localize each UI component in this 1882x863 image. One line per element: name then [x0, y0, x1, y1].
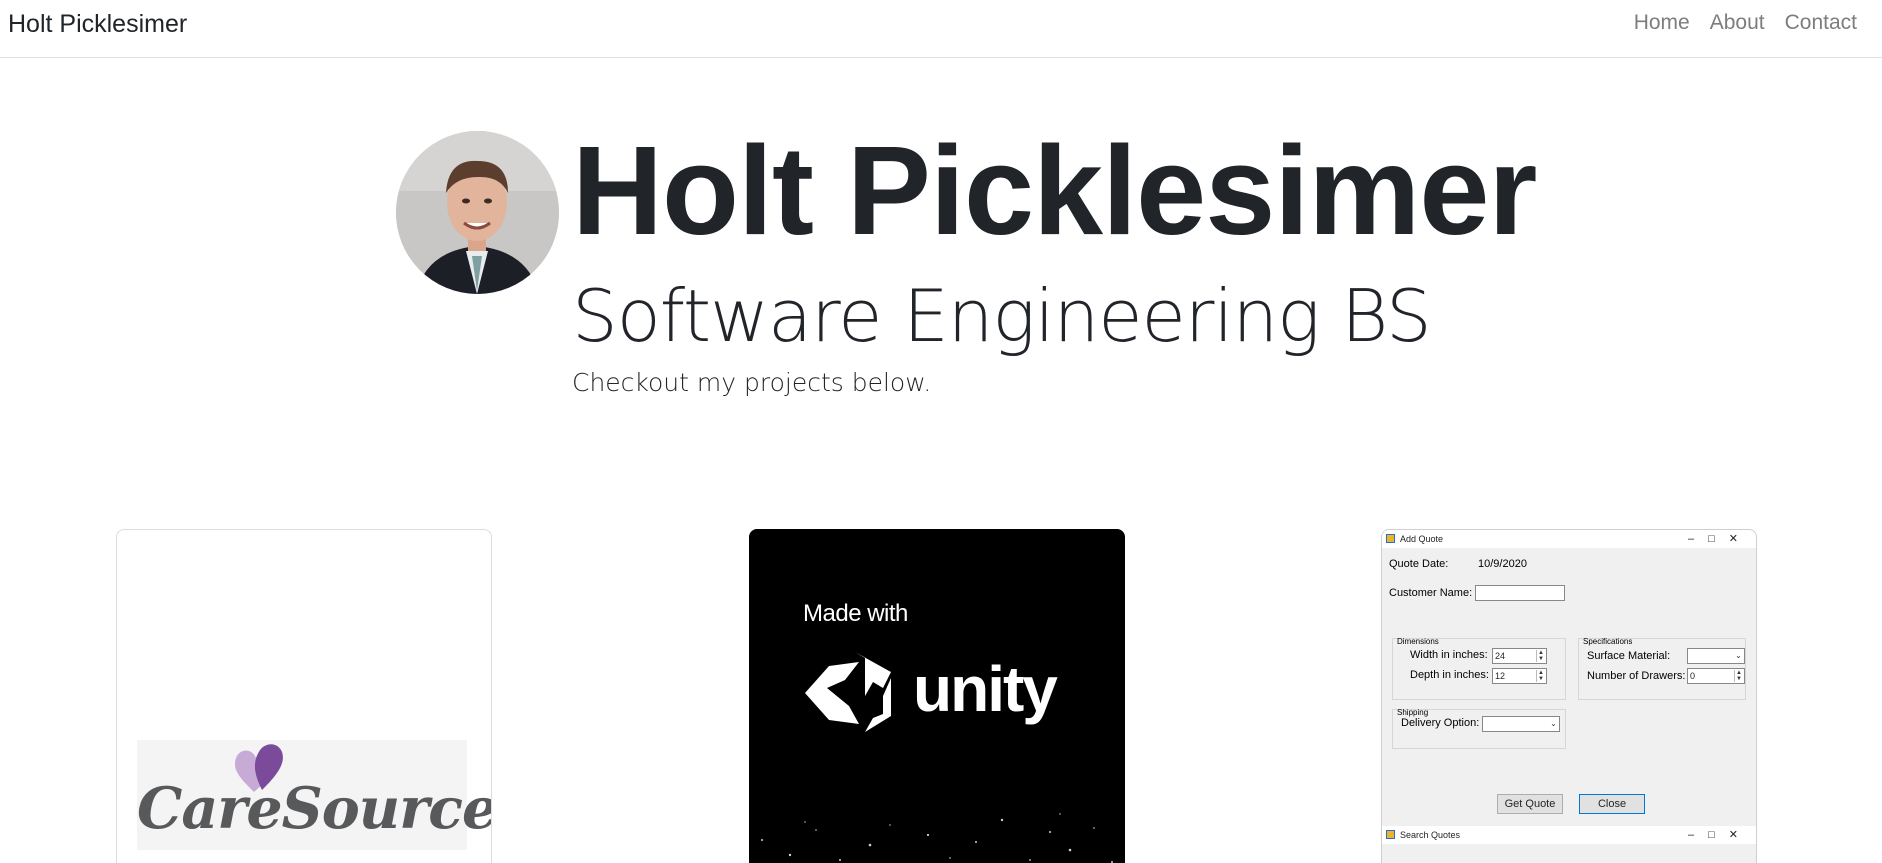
- project-card-caresource[interactable]: CareSource: [116, 529, 492, 863]
- brand-link[interactable]: Holt Picklesimer: [8, 10, 187, 39]
- window-controls-icon: –□✕: [1688, 829, 1752, 841]
- project-card-quote-app[interactable]: Add Quote –□✕ Quote Date: 10/9/2020 Cust…: [1381, 529, 1757, 863]
- dimensions-group-label: Dimensions: [1397, 637, 1439, 646]
- chevron-down-icon: ⌄: [1550, 719, 1557, 728]
- top-navbar: Holt Picklesimer Home About Contact: [0, 0, 1882, 58]
- app-icon: [1386, 830, 1395, 839]
- drawers-label: Number of Drawers:: [1587, 670, 1686, 682]
- width-label: Width in inches:: [1410, 649, 1488, 661]
- delivery-option-label: Delivery Option:: [1401, 717, 1480, 729]
- close-button[interactable]: Close: [1579, 794, 1645, 814]
- surface-material-select[interactable]: ⌄: [1687, 648, 1745, 664]
- hero-name: Holt Picklesimer: [572, 120, 1537, 261]
- unity-made-with-text: Made with: [803, 600, 908, 627]
- quote-window-title: Add Quote: [1400, 534, 1444, 544]
- spinner-icon[interactable]: ▲ ▼: [1536, 650, 1545, 662]
- search-window-title: Search Quotes: [1400, 830, 1461, 840]
- app-icon: [1386, 534, 1395, 543]
- width-value: 24: [1495, 651, 1506, 661]
- customer-name-input[interactable]: [1475, 585, 1565, 601]
- shipping-group-label: Shipping: [1397, 708, 1429, 717]
- chevron-down-icon: ⌄: [1735, 651, 1742, 660]
- quote-window-titlebar: Add Quote –□✕: [1382, 530, 1756, 548]
- nav-about-link[interactable]: About: [1710, 11, 1765, 35]
- depth-input[interactable]: 12 ▲ ▼: [1492, 668, 1547, 684]
- project-card-unity[interactable]: Made with unity: [749, 529, 1125, 863]
- delivery-option-select[interactable]: ⌄: [1482, 716, 1560, 732]
- drawers-value: 0: [1690, 671, 1696, 681]
- width-input[interactable]: 24 ▲ ▼: [1492, 648, 1547, 664]
- nav-contact-link[interactable]: Contact: [1785, 11, 1857, 35]
- surface-material-label: Surface Material:: [1587, 650, 1671, 662]
- profile-photo-icon: [396, 131, 559, 294]
- spinner-icon[interactable]: ▲ ▼: [1536, 670, 1545, 682]
- unity-wordmark: unity: [913, 653, 1058, 725]
- drawers-input[interactable]: 0 ▲ ▼: [1687, 668, 1745, 684]
- spinner-icon[interactable]: ▲ ▼: [1734, 670, 1743, 682]
- depth-label: Depth in inches:: [1410, 669, 1489, 681]
- starfield-decoration: [761, 813, 1113, 863]
- profile-avatar: [396, 131, 559, 294]
- quote-date-label: Quote Date:: [1389, 558, 1449, 570]
- caresource-wordmark: CareSource: [137, 775, 492, 842]
- quote-date-value: 10/9/2020: [1478, 558, 1527, 570]
- depth-value: 12: [1495, 671, 1506, 681]
- get-quote-button[interactable]: Get Quote: [1497, 794, 1563, 814]
- hero-subtitle: Software Engineering BS: [572, 274, 1432, 358]
- nav-links: Home About Contact: [1634, 11, 1857, 35]
- nav-home-link[interactable]: Home: [1634, 11, 1690, 35]
- window-controls-icon: –□✕: [1688, 533, 1752, 545]
- caresource-logo: CareSource: [137, 740, 491, 850]
- search-window-titlebar: Search Quotes –□✕: [1382, 826, 1756, 844]
- customer-name-label: Customer Name:: [1389, 587, 1473, 599]
- specifications-group-label: Specifications: [1583, 637, 1633, 646]
- unity-cube-icon: [805, 652, 891, 732]
- hero-tagline: Checkout my projects below.: [572, 368, 932, 397]
